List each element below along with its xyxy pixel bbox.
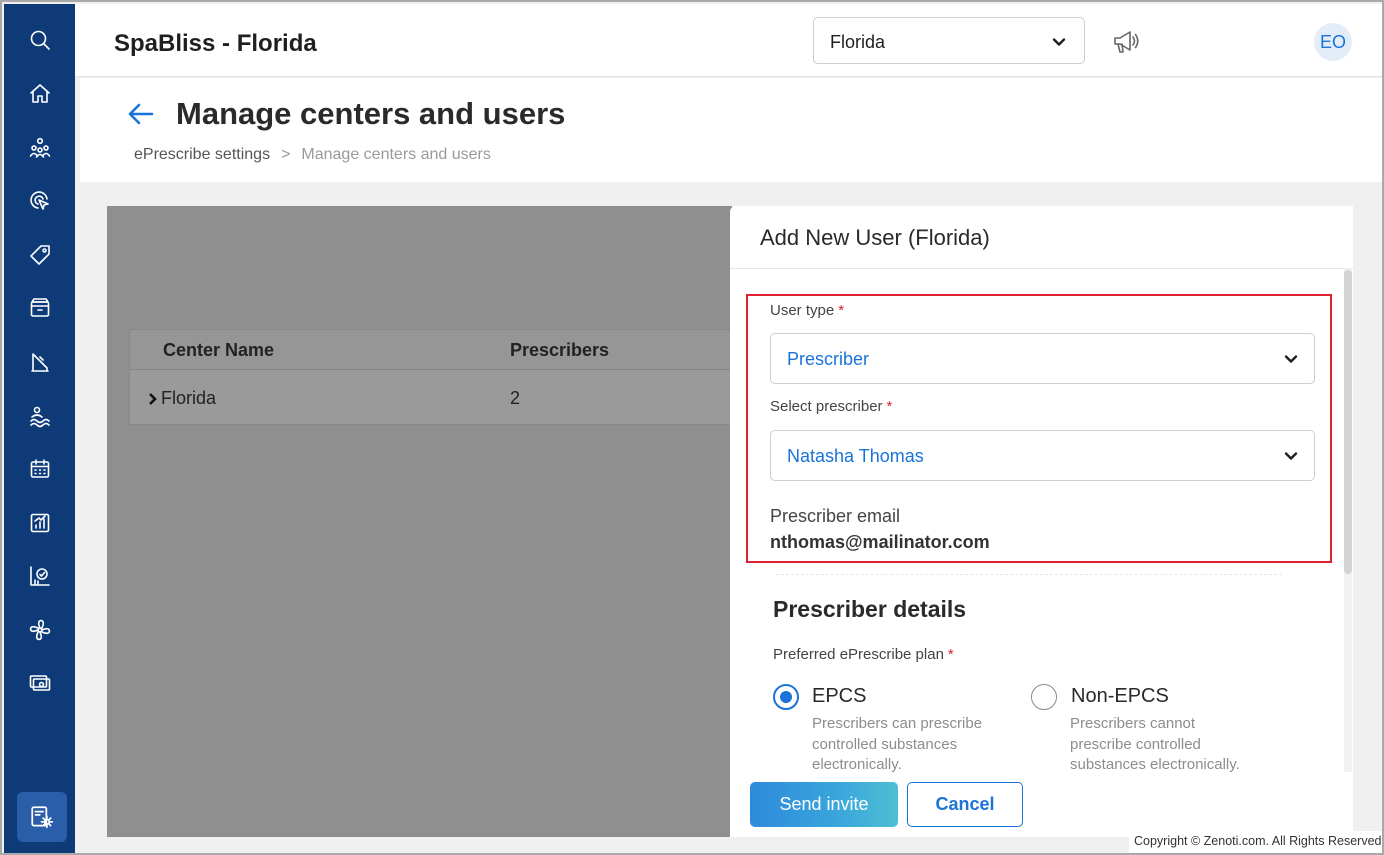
insights-icon[interactable] <box>26 562 54 590</box>
select-prescriber-value: Natasha Thomas <box>787 446 924 466</box>
chevron-right-icon[interactable] <box>148 392 158 405</box>
epcs-option-title[interactable]: EPCS <box>812 685 866 708</box>
sidebar <box>4 4 75 853</box>
box-icon[interactable] <box>26 294 54 322</box>
section-divider <box>776 574 1282 575</box>
breadcrumb-current: Manage centers and users <box>301 146 491 163</box>
breadcrumb-separator: > <box>281 146 291 163</box>
prescriber-details-title: Prescriber details <box>773 596 967 622</box>
required-marker: * <box>947 646 954 663</box>
calendar-icon[interactable] <box>26 455 54 483</box>
breadcrumb: ePrescribe settings > Manage centers and u… <box>134 146 491 164</box>
non-epcs-option-title[interactable]: Non-EPCS <box>1071 685 1169 708</box>
page-title: Manage centers and users <box>176 96 566 131</box>
prescriber-email-label: Prescriber email <box>770 506 901 526</box>
chevron-down-icon <box>1284 352 1298 366</box>
add-user-panel: Add New User (Florida) User type * Prescr… <box>730 206 1353 837</box>
settings-icon[interactable] <box>17 792 67 842</box>
chevron-down-icon <box>1052 35 1066 49</box>
epcs-option-description: Prescribers can prescribe controlled sub… <box>812 715 983 773</box>
center-select-value: Florida <box>830 32 886 52</box>
payments-icon[interactable] <box>26 669 54 697</box>
modal-overlay[interactable]: Center Name Prescribers Florida 2 <box>107 206 749 837</box>
megaphone-icon[interactable] <box>1111 27 1141 57</box>
table-row[interactable]: Florida 2 <box>130 370 749 426</box>
scrollbar-thumb[interactable] <box>1344 270 1352 574</box>
back-arrow-icon[interactable] <box>125 98 157 130</box>
reports-icon[interactable] <box>26 348 54 376</box>
app-frame: SpaBliss - Florida Florida EO Manage cen… <box>0 0 1384 855</box>
app-title: SpaBliss - Florida <box>114 30 317 57</box>
panel-scrollbar[interactable] <box>1344 268 1352 772</box>
search-icon[interactable] <box>26 26 54 54</box>
marketing-icon[interactable] <box>26 187 54 215</box>
breadcrumb-parent[interactable]: ePrescribe settings <box>134 146 270 163</box>
cancel-button[interactable]: Cancel <box>907 782 1023 827</box>
user-type-label-text: User type <box>770 302 835 319</box>
chevron-down-icon <box>1284 449 1298 463</box>
cell-center-name: Florida <box>161 388 217 408</box>
copyright-notice: Copyright © Zenoti.com. All Rights Reser… <box>1129 831 1382 853</box>
user-type-select[interactable]: Prescriber <box>770 333 1315 384</box>
non-epcs-radio[interactable] <box>1031 684 1057 710</box>
centers-table: Center Name Prescribers Florida 2 <box>129 329 749 425</box>
panel-divider <box>730 268 1353 269</box>
send-invite-button[interactable]: Send invite <box>750 782 898 827</box>
people-icon[interactable] <box>26 134 54 162</box>
page-header: Manage centers and users ePrescribe sett… <box>80 78 1382 182</box>
column-header-prescribers: Prescribers <box>510 340 610 360</box>
panel-title: Add New User (Florida) <box>760 225 990 250</box>
panel-footer: Send invite Cancel <box>730 772 1353 837</box>
user-type-label: User type * <box>770 302 844 319</box>
plan-label-text: Preferred ePrescribe plan <box>773 646 944 663</box>
select-prescriber-select[interactable]: Natasha Thomas <box>770 430 1315 481</box>
plan-label: Preferred ePrescribe plan * <box>773 646 954 663</box>
home-icon[interactable] <box>26 80 54 108</box>
required-marker: * <box>838 302 845 319</box>
select-prescriber-label-text: Select prescriber <box>770 398 883 415</box>
non-epcs-option-description: Prescribers cannot prescribe controlled … <box>1070 715 1240 773</box>
analytics-icon[interactable] <box>26 509 54 537</box>
select-prescriber-label: Select prescriber * <box>770 398 892 415</box>
top-bar: SpaBliss - Florida Florida EO <box>75 4 1382 77</box>
table-header: Center Name Prescribers <box>130 330 749 370</box>
column-header-center-name: Center Name <box>163 340 275 360</box>
required-marker: * <box>886 398 893 415</box>
tag-icon[interactable] <box>26 241 54 269</box>
fan-icon[interactable] <box>26 616 54 644</box>
guest-icon[interactable] <box>26 402 54 430</box>
avatar[interactable]: EO <box>1314 23 1352 61</box>
epcs-radio[interactable] <box>773 684 799 710</box>
prescriber-email-value: nthomas@mailinator.com <box>770 532 990 552</box>
center-select[interactable]: Florida <box>813 17 1085 64</box>
user-type-value: Prescriber <box>787 349 870 369</box>
cell-prescribers: 2 <box>510 388 521 408</box>
